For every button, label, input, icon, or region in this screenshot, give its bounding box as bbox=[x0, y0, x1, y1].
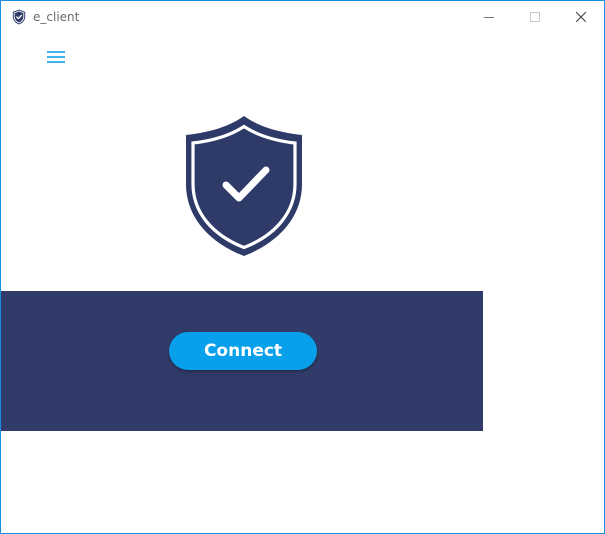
minimize-button[interactable] bbox=[466, 1, 512, 33]
maximize-button[interactable] bbox=[512, 1, 558, 33]
hamburger-menu-icon[interactable] bbox=[45, 48, 67, 66]
connect-panel: Connect bbox=[1, 291, 483, 431]
minimize-icon bbox=[484, 17, 494, 18]
close-button[interactable] bbox=[558, 1, 604, 33]
shield-check-icon bbox=[186, 116, 302, 256]
maximize-icon bbox=[530, 12, 540, 22]
app-shield-icon bbox=[12, 9, 26, 25]
app-window: e_client Connect bbox=[0, 0, 605, 534]
close-icon bbox=[576, 12, 586, 22]
title-bar[interactable]: e_client bbox=[1, 1, 604, 33]
connect-button[interactable]: Connect bbox=[169, 332, 317, 370]
window-title: e_client bbox=[33, 10, 80, 24]
